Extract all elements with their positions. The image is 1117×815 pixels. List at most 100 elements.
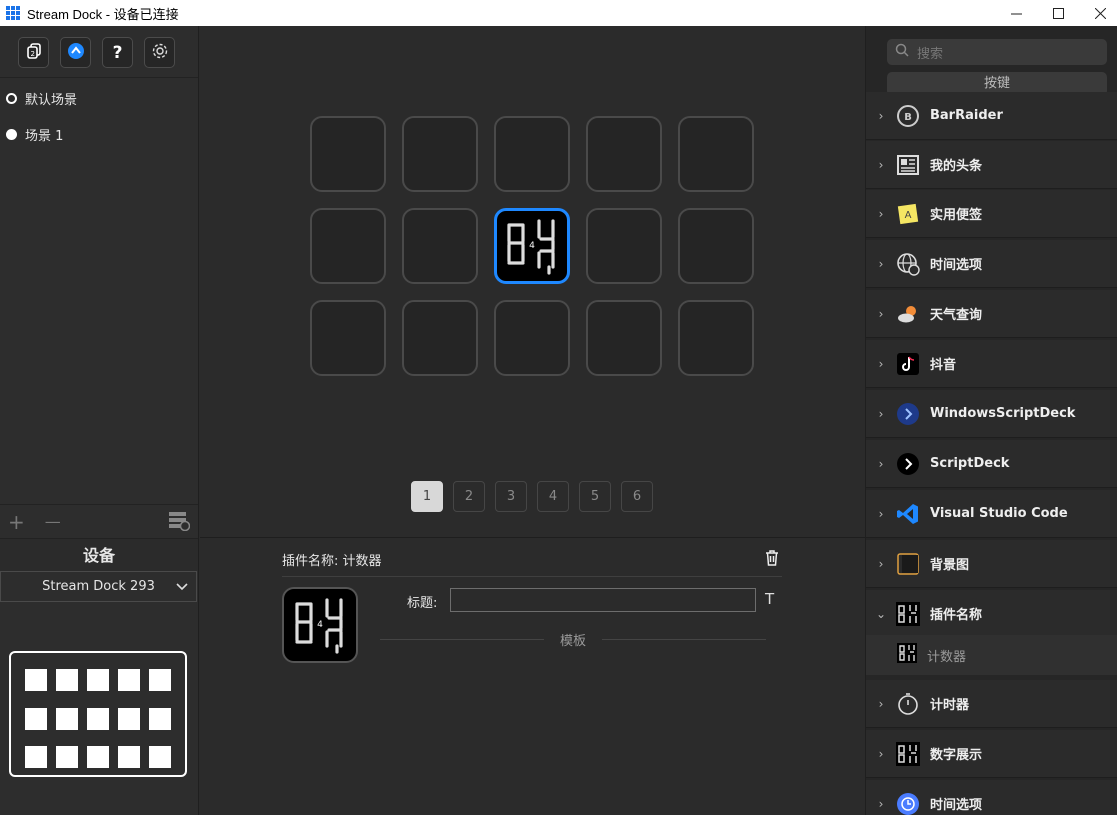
counter-icon (896, 601, 920, 626)
key-slot[interactable] (310, 116, 386, 192)
help-button[interactable]: ? (102, 37, 133, 68)
key-slot[interactable] (678, 116, 754, 192)
plugin-item-scriptdeck[interactable]: › ScriptDeck (866, 440, 1117, 488)
chevron-right-icon: › (878, 506, 884, 521)
plugin-item-digital-display[interactable]: › 数字展示 (866, 730, 1117, 778)
scriptdeck-icon (896, 452, 920, 476)
key-slot[interactable] (586, 208, 662, 284)
key-slot[interactable] (586, 300, 662, 376)
sticky-note-icon: A (896, 202, 920, 226)
title-label: 标题: (407, 596, 438, 611)
template-divider: 模板 (380, 630, 767, 649)
chevron-right-icon: › (878, 406, 884, 421)
profile-icon: 2 (26, 42, 42, 63)
page-button[interactable]: 6 (621, 481, 653, 512)
radio-icon (6, 128, 17, 140)
plugin-label: 插件名称 (930, 608, 983, 623)
key-slot[interactable] (402, 300, 478, 376)
chevron-right-icon: › (878, 206, 884, 221)
plugin-item-time-options[interactable]: › 时间选项 (866, 240, 1117, 288)
key-slot[interactable] (586, 116, 662, 192)
window-title: Stream Dock - 设备已连接 (27, 6, 179, 22)
title-input[interactable] (450, 588, 756, 612)
plugin-item-vscode[interactable]: › Visual Studio Code (866, 490, 1117, 538)
svg-text:2: 2 (30, 50, 34, 58)
plugin-label: 实用便签 (930, 208, 983, 223)
scene-item[interactable]: 默认场景 (0, 80, 198, 116)
key-slot[interactable] (494, 300, 570, 376)
page-button[interactable]: 5 (579, 481, 611, 512)
store-icon (67, 42, 85, 64)
key-grid: 4 (310, 116, 754, 376)
device-header: 设备 (0, 538, 198, 571)
key-slot[interactable] (310, 300, 386, 376)
page-button[interactable]: 4 (537, 481, 569, 512)
plugin-item-plugin-name[interactable]: ⌄ 插件名称 (866, 590, 1117, 638)
page-selector: 1 2 3 4 5 6 (411, 481, 653, 512)
counter-icon: 4 (289, 592, 351, 658)
key-slot-active[interactable]: 4 (494, 208, 570, 284)
scene-label: 场景 1 (25, 128, 64, 144)
plugin-label: 计时器 (930, 698, 970, 713)
plugin-label: 背景图 (930, 558, 970, 573)
key-slot[interactable] (402, 208, 478, 284)
svg-text:A: A (905, 210, 912, 221)
chevron-right-icon: › (878, 157, 884, 172)
clock-icon (896, 792, 920, 815)
key-slot[interactable] (678, 300, 754, 376)
remove-scene-button[interactable]: — (45, 512, 61, 531)
news-icon (896, 153, 920, 177)
plugin-label: BarRaider (930, 108, 1003, 123)
title-bar: Stream Dock - 设备已连接 (0, 0, 1117, 26)
delete-button[interactable] (763, 549, 781, 571)
plugin-item-news[interactable]: › 我的头条 (866, 141, 1117, 189)
plugin-label: 时间选项 (930, 258, 983, 273)
settings-button[interactable] (144, 37, 175, 68)
plugin-item-sticky[interactable]: › A 实用便签 (866, 190, 1117, 238)
plugin-item-timer[interactable]: › 计时器 (866, 680, 1117, 728)
plugin-item-time-options-2[interactable]: › 时间选项 (866, 780, 1117, 815)
page-button[interactable]: 1 (411, 481, 443, 512)
scene-label: 默认场景 (25, 92, 78, 108)
chevron-right-icon: › (878, 356, 884, 371)
scene-manager-icon[interactable] (168, 509, 191, 535)
profile-button[interactable]: 2 (18, 37, 49, 68)
plugin-item-tiktok[interactable]: › 抖音 (866, 340, 1117, 388)
page-button[interactable]: 3 (495, 481, 527, 512)
minimize-button[interactable] (993, 0, 1039, 26)
plugin-item-barraider[interactable]: › B BarRaider (866, 92, 1117, 140)
plugin-item-background[interactable]: › 背景图 (866, 540, 1117, 588)
counter-value: 4 (317, 620, 323, 630)
chevron-right-icon: › (878, 696, 884, 711)
device-select[interactable]: Stream Dock 293 (0, 571, 197, 602)
device-preview (9, 651, 187, 777)
chevron-right-icon: › (878, 256, 884, 271)
search-box[interactable]: 搜索 (887, 39, 1107, 65)
svg-text:B: B (904, 112, 912, 123)
maximize-button[interactable] (1035, 0, 1081, 26)
plugin-subitem-counter[interactable]: 计数器 (866, 635, 1117, 675)
device-select-value: Stream Dock 293 (42, 579, 155, 594)
plugin-label: 时间选项 (930, 798, 983, 813)
page-button[interactable]: 2 (453, 481, 485, 512)
add-scene-button[interactable]: + (8, 510, 25, 534)
key-slot[interactable] (494, 116, 570, 192)
plugin-label: 数字展示 (930, 748, 983, 763)
scene-actions: + — (0, 504, 198, 538)
plugin-label: 我的头条 (930, 159, 983, 174)
close-button[interactable] (1077, 0, 1117, 26)
plugin-item-windowsscriptdeck[interactable]: › WindowsScriptDeck (866, 390, 1117, 438)
key-slot[interactable] (678, 208, 754, 284)
chevron-down-icon (176, 580, 188, 596)
plugin-item-weather[interactable]: › 天气查询 (866, 290, 1117, 338)
store-button[interactable] (60, 37, 91, 68)
scene-item[interactable]: 场景 1 (0, 116, 198, 152)
plugin-label: WindowsScriptDeck (930, 406, 1076, 421)
plugin-label: ScriptDeck (930, 456, 1010, 471)
key-slot[interactable] (402, 116, 478, 192)
key-slot[interactable] (310, 208, 386, 284)
app-icon (6, 6, 20, 20)
title-format-button[interactable]: T (765, 590, 774, 608)
trash-icon (763, 550, 781, 571)
tiktok-icon (896, 352, 920, 376)
